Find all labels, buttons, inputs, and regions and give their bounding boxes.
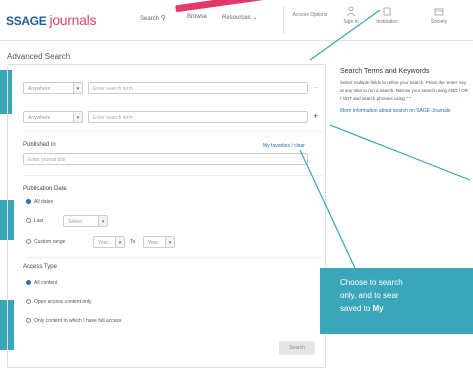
annotation-arrow (299, 149, 356, 269)
annotation-arrow (329, 124, 471, 181)
annotation-arrow (309, 9, 381, 61)
annotation-callout: Choose to search only, and to sear saved… (320, 268, 473, 334)
